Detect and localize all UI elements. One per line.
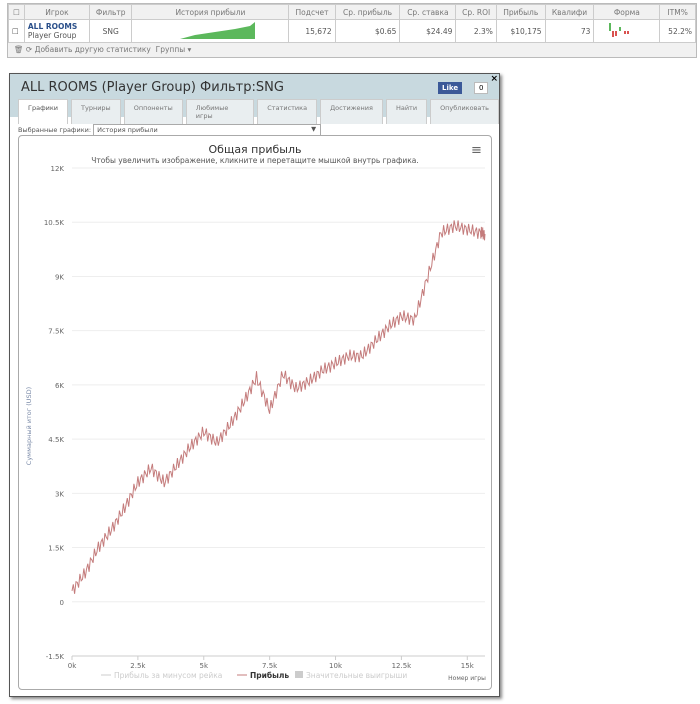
y-tick-label: 1.5K	[48, 545, 64, 553]
y-tick-label: 9K	[55, 273, 64, 281]
table-row[interactable]: ☐ ALL ROOMS Player Group SNG 15,672 $0.65…	[8, 19, 696, 43]
player-group: Player Group	[27, 31, 77, 40]
refresh-icon[interactable]: ⟳	[26, 45, 32, 54]
tab-3[interactable]: Любимые игры	[185, 99, 255, 124]
tab-6[interactable]: Найти	[385, 99, 428, 124]
col-header[interactable]: Прибыль	[495, 4, 546, 20]
close-icon[interactable]: ×	[490, 74, 498, 84]
y-tick-label: 4.5K	[48, 436, 64, 444]
select-all-checkbox[interactable]: ☐	[8, 4, 25, 20]
x-tick-label: 2.5k	[130, 662, 146, 670]
legend-item: Прибыль за минусом рейка	[114, 671, 222, 680]
tab-1[interactable]: Турниры	[71, 99, 121, 124]
col-header[interactable]: Фильтр	[89, 4, 133, 20]
x-tick-label: 15k	[461, 662, 475, 670]
y-axis-label: Суммарный итог (USD)	[25, 387, 33, 465]
profit-sparkline	[131, 19, 290, 43]
col-header[interactable]: Подсчет	[288, 4, 336, 20]
selector-label: Выбранные графики:	[18, 126, 92, 134]
tab-0[interactable]: Графики	[18, 99, 69, 124]
x-tick-label: 7.5k	[262, 662, 278, 670]
col-header[interactable]: Игрок	[23, 4, 91, 20]
itm-cell: 52.2%	[659, 19, 696, 43]
stats-table: ☐ Игрок Фильтр История прибыли Подсчет С…	[7, 3, 697, 58]
chart-title: Общая прибыль	[209, 143, 302, 156]
y-tick-label: 10.5K	[44, 219, 65, 227]
form-chart	[593, 19, 661, 43]
col-header[interactable]: История прибыли	[131, 4, 290, 20]
add-stat-button[interactable]: Добавить другую статистику	[35, 45, 151, 54]
y-tick-label: 7.5K	[48, 328, 64, 336]
x-tick-label: 0k	[68, 662, 77, 670]
col-header[interactable]: Ср. ROI	[455, 4, 497, 20]
tab-4[interactable]: Статистика	[257, 99, 318, 124]
qual-cell: 73	[544, 19, 595, 43]
window-title: ALL ROOMS (Player Group) Фильтр:SNG	[21, 80, 284, 95]
x-tick-label: 12.5k	[392, 662, 413, 670]
y-tick-label: 3K	[55, 490, 64, 498]
col-header[interactable]: Форма	[593, 4, 661, 20]
facebook-like-button[interactable]: Like	[438, 82, 463, 94]
profit-chart[interactable]: Общая прибыль Чтобы увеличить изображение…	[18, 135, 492, 690]
chart-subtitle: Чтобы увеличить изображение, кликните и …	[91, 156, 419, 165]
player-name[interactable]: ALL ROOMS	[28, 22, 86, 31]
groups-button[interactable]: Группы ▾	[156, 45, 192, 54]
y-tick-label: 0	[60, 599, 64, 607]
col-header[interactable]: Ср. прибыль	[334, 4, 401, 20]
trash-icon[interactable]: 🗑	[14, 45, 24, 54]
row-checkbox[interactable]: ☐	[8, 19, 25, 43]
avg-roi-cell: 2.3%	[455, 19, 497, 43]
profit-cell: $10,175	[495, 19, 546, 43]
avg-profit-cell: $0.65	[334, 19, 401, 43]
y-tick-label: 12K	[51, 165, 65, 173]
x-axis-label: Номер игры	[448, 675, 486, 682]
tab-2[interactable]: Оппоненты	[123, 99, 183, 124]
y-tick-label: -1.5K	[46, 653, 65, 661]
x-tick-label: 5k	[200, 662, 209, 670]
table-footer: 🗑 ⟳ Добавить другую статистику Группы ▾	[8, 43, 696, 57]
legend-item: Прибыль	[250, 671, 289, 680]
like-count: 0	[474, 82, 489, 94]
count-cell: 15,672	[288, 19, 336, 43]
legend-item: Значительные выигрыши	[306, 671, 407, 680]
avg-stake-cell: $24.49	[399, 19, 457, 43]
tab-5[interactable]: Достижения	[320, 99, 383, 124]
player-window: ALL ROOMS (Player Group) Фильтр:SNG Like…	[9, 73, 500, 697]
menu-icon[interactable]: ≡	[471, 143, 482, 158]
filter-cell: SNG	[89, 19, 133, 43]
table-header: ☐ Игрок Фильтр История прибыли Подсчет С…	[8, 4, 696, 20]
tab-7[interactable]: Опубликовать	[430, 99, 499, 124]
legend-swatch	[295, 671, 303, 678]
x-tick-label: 10k	[329, 662, 343, 670]
y-tick-label: 6K	[55, 382, 64, 390]
selector-value: История прибыли	[97, 126, 158, 134]
dropdown-arrow-icon: ▼	[311, 125, 317, 133]
col-header[interactable]: ITM%	[659, 4, 696, 20]
col-header[interactable]: Ср. ставка	[399, 4, 457, 20]
col-header[interactable]: Квалифи	[544, 4, 595, 20]
